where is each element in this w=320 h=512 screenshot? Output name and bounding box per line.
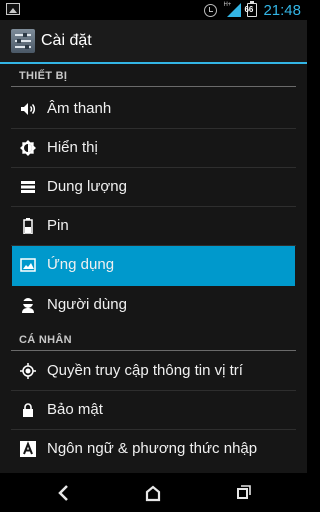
settings-item-storage[interactable]: Dung lượng — [0, 168, 307, 207]
settings-item-display[interactable]: Hiển thị — [0, 129, 307, 168]
apps-icon — [20, 258, 36, 272]
language-icon — [20, 441, 36, 457]
settings-item-label: Âm thanh — [47, 100, 112, 117]
section-header-label: THIẾT BỊ — [19, 70, 68, 82]
alarm-clock-icon — [204, 3, 218, 17]
page-title: Cài đặt — [41, 32, 92, 49]
settings-item-apps[interactable]: Ứng dụng — [0, 246, 307, 286]
settings-item-label: Ngôn ngữ & phương thức nhập — [47, 440, 258, 457]
settings-item-label: Hiển thị — [47, 139, 98, 156]
settings-item-label: Ứng dụng — [47, 256, 115, 273]
settings-item-label: Bảo mật — [47, 401, 103, 418]
section-header-label: CÁ NHÂN — [19, 334, 72, 346]
speaker-icon — [21, 103, 35, 115]
settings-item-sound[interactable]: Âm thanh — [0, 90, 307, 129]
settings-item-battery[interactable]: Pin — [0, 207, 307, 246]
settings-item-label: Người dùng — [47, 296, 127, 313]
user-icon — [22, 298, 34, 313]
settings-item-label: Pin — [47, 217, 69, 234]
settings-item-label: Quyền truy cập thông tin vị trí — [47, 362, 243, 379]
battery-level: 66 — [244, 5, 254, 14]
settings-item-location[interactable]: Quyền truy cập thông tin vị trí — [0, 352, 307, 391]
settings-item-language[interactable]: Ngôn ngữ & phương thức nhập — [0, 430, 307, 469]
section-header-device: THIẾT BỊ — [0, 65, 307, 87]
navigation-bar — [0, 473, 307, 512]
action-bar-divider — [0, 62, 307, 64]
storage-icon — [21, 181, 35, 193]
home-icon[interactable] — [139, 481, 167, 505]
settings-item-label: Dung lượng — [47, 178, 127, 195]
back-icon[interactable] — [50, 481, 78, 505]
status-icons: H+ 66 21:48 — [204, 1, 301, 19]
location-icon — [20, 363, 36, 379]
recents-icon[interactable] — [228, 481, 256, 505]
settings-app-icon[interactable] — [11, 29, 35, 53]
gallery-icon — [6, 3, 20, 15]
settings-item-users[interactable]: Người dùng — [0, 286, 307, 325]
lock-icon — [23, 403, 33, 417]
settings-screen: H+ 66 21:48 Cài đặt THIẾT BỊ Âm thanh Hi… — [0, 0, 307, 512]
status-time: 21:48 — [263, 1, 301, 19]
battery-icon — [23, 218, 33, 234]
battery-icon: 66 — [244, 1, 258, 17]
status-bar: H+ 66 21:48 — [0, 0, 307, 20]
section-header-personal: CÁ NHÂN — [0, 329, 307, 351]
action-bar: Cài đặt — [0, 20, 307, 62]
settings-item-security[interactable]: Bảo mật — [0, 391, 307, 430]
signal-icon: H+ — [223, 2, 242, 17]
brightness-icon — [20, 140, 36, 156]
